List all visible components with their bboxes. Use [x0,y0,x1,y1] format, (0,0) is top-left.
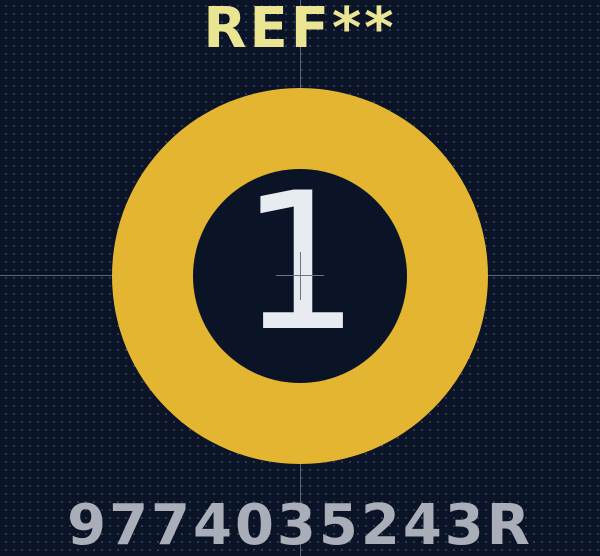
reference-designator[interactable]: REF** [150,0,450,64]
footprint-value[interactable]: 9774035243R [40,490,560,556]
pcb-canvas[interactable]: REF** 1 9774035243R [0,0,600,556]
anchor-marker-vertical [300,252,301,300]
